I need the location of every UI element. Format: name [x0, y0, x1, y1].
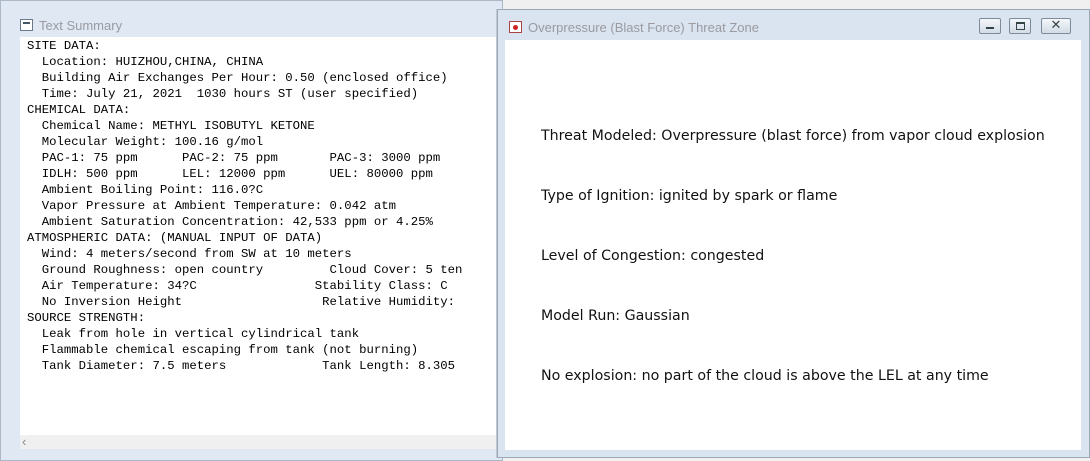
threat-modeled-text: Threat Modeled: Overpressure (blast forc…: [541, 128, 1045, 144]
maximize-icon: [1016, 22, 1025, 30]
close-icon: ✕: [1050, 17, 1062, 32]
minimize-button[interactable]: [979, 18, 1001, 34]
summary-line: IDLH: 500 ppm LEL: 12000 ppm UEL: 80000 …: [27, 167, 433, 181]
text-summary-titlebar[interactable]: Text Summary: [1, 1, 502, 33]
text-summary-window[interactable]: Text Summary SITE DATA: Location: HUIZHO…: [0, 0, 503, 461]
summary-line: Molecular Weight: 100.16 g/mol: [27, 135, 264, 149]
explosion-result-text: No explosion: no part of the cloud is ab…: [541, 368, 989, 384]
summary-line: Ground Roughness: open country Cloud Cov…: [27, 263, 463, 277]
close-button[interactable]: ✕: [1041, 17, 1071, 34]
summary-line: ATMOSPHERIC DATA: (MANUAL INPUT OF DATA): [27, 231, 323, 245]
summary-line: PAC-1: 75 ppm PAC-2: 75 ppm PAC-3: 3000 …: [27, 151, 441, 165]
model-run-text: Model Run: Gaussian: [541, 308, 690, 324]
congestion-level-text: Level of Congestion: congested: [541, 248, 765, 264]
summary-line: Flammable chemical escaping from tank (n…: [27, 343, 419, 357]
summary-lines: SITE DATA: Location: HUIZHOU,CHINA, CHIN…: [20, 37, 503, 374]
threat-app-icon: [509, 21, 522, 33]
maximize-button[interactable]: [1009, 18, 1031, 34]
summary-line: Ambient Boiling Point: 116.0?C: [27, 183, 264, 197]
summary-line: Chemical Name: METHYL ISOBUTYL KETONE: [27, 119, 315, 133]
document-icon: [20, 19, 33, 31]
threat-zone-window[interactable]: Overpressure (Blast Force) Threat Zone ✕…: [497, 9, 1090, 458]
summary-line: Ambient Saturation Concentration: 42,533…: [27, 215, 433, 229]
summary-line: No Inversion Height Relative Humidity:: [27, 295, 456, 309]
summary-line: CHEMICAL DATA:: [27, 103, 131, 117]
summary-line: Location: HUIZHOU,CHINA, CHINA: [27, 55, 264, 69]
threat-zone-titlebar[interactable]: Overpressure (Blast Force) Threat Zone ✕: [498, 10, 1089, 40]
summary-line: Time: July 21, 2021 1030 hours ST (user …: [27, 87, 419, 101]
summary-line: Air Temperature: 34?C Stability Class: C: [27, 279, 448, 293]
text-summary-content[interactable]: SITE DATA: Location: HUIZHOU,CHINA, CHIN…: [20, 37, 503, 435]
summary-line: Tank Diameter: 7.5 meters Tank Length: 8…: [27, 359, 456, 373]
summary-line: Building Air Exchanges Per Hour: 0.50 (e…: [27, 71, 448, 85]
scroll-left-icon[interactable]: ‹: [22, 434, 26, 449]
summary-line: SOURCE STRENGTH:: [27, 311, 146, 325]
summary-line: Vapor Pressure at Ambient Temperature: 0…: [27, 199, 396, 213]
threat-zone-content: Threat Modeled: Overpressure (blast forc…: [505, 40, 1081, 450]
summary-line: SITE DATA:: [27, 39, 101, 53]
threat-details: Threat Modeled: Overpressure (blast forc…: [541, 86, 1045, 426]
minimize-icon: [986, 27, 994, 29]
text-summary-title: Text Summary: [39, 18, 123, 33]
ignition-type-text: Type of Ignition: ignited by spark or fl…: [541, 188, 838, 204]
horizontal-scrollbar[interactable]: ‹: [20, 434, 503, 449]
summary-line: Leak from hole in vertical cylindrical t…: [27, 327, 360, 341]
threat-zone-title: Overpressure (Blast Force) Threat Zone: [528, 20, 759, 35]
summary-line: Wind: 4 meters/second from SW at 10 mete…: [27, 247, 352, 261]
